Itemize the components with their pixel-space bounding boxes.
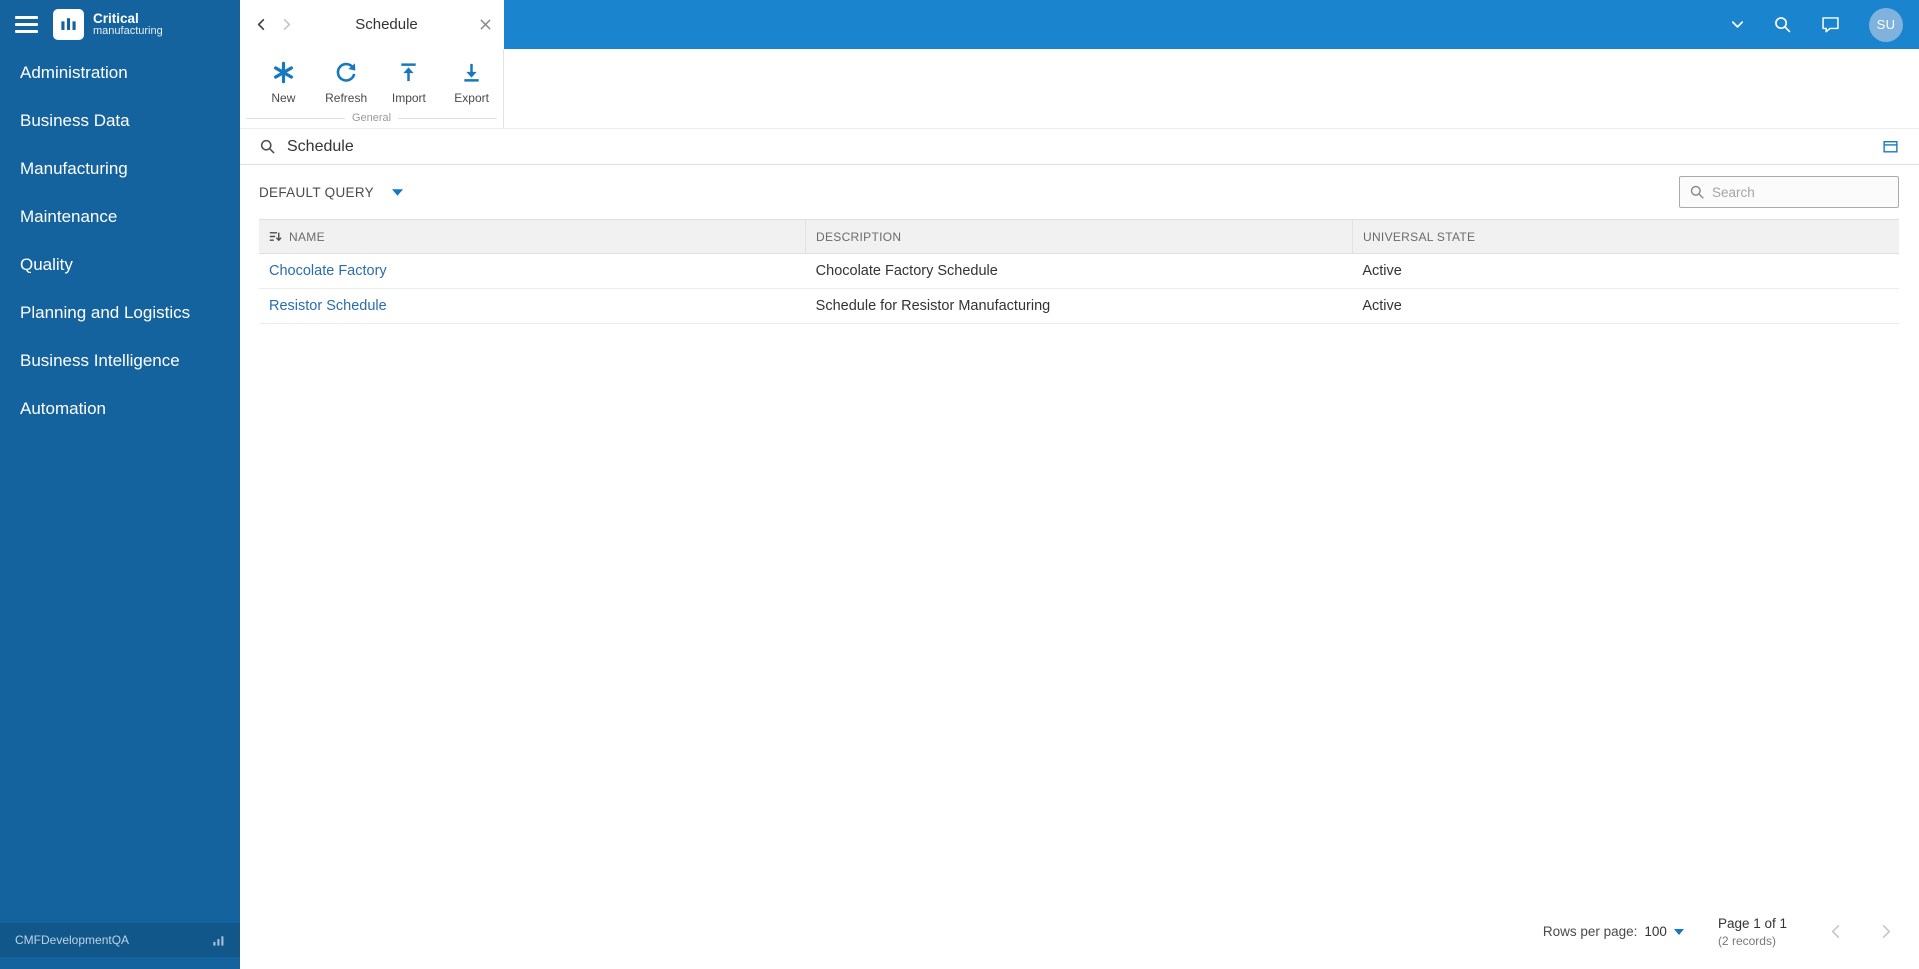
sidebar-item-business-data[interactable]: Business Data [0,97,240,145]
app-root: Critical manufacturing Administration Bu… [0,0,1919,969]
sidebar-item-label: Business Intelligence [20,351,180,370]
back-button[interactable] [254,17,269,32]
next-page-button[interactable] [1876,922,1895,941]
cell-universal-state: Active [1362,298,1402,314]
ribbon-group-label: General [240,112,503,128]
sidebar-item-maintenance[interactable]: Maintenance [0,193,240,241]
ribbon-button-label: Refresh [325,91,368,105]
query-row: DEFAULT QUERY [240,165,1919,219]
cell-description: Schedule for Resistor Manufacturing [815,298,1051,314]
ribbon-button-label: Import [391,91,426,105]
column-header-label: DESCRIPTION [816,229,902,244]
ribbon-button-label: New [271,91,296,105]
table-row[interactable]: Chocolate Factory Chocolate Factory Sche… [259,254,1899,289]
environment-bar: CMFDevelopmentQA [0,923,240,957]
import-button[interactable]: Import [378,54,441,112]
table-header-row: NAME DESCRIPTION UNIVERSAL STATE [259,219,1899,254]
previous-page-button[interactable] [1827,922,1846,941]
column-header-universal-state[interactable]: UNIVERSAL STATE [1352,220,1899,253]
sidebar-item-label: Maintenance [20,207,118,226]
export-button[interactable]: Export [440,54,503,112]
schedule-table: NAME DESCRIPTION UNIVERSAL STATE Chocola… [259,219,1899,324]
topbar-actions: SU [1730,0,1919,49]
sidebar-item-automation[interactable]: Automation [0,385,240,433]
hamburger-menu-icon[interactable] [15,16,38,33]
topbar: Schedule SU [240,0,1919,49]
sidebar-item-label: Business Data [20,111,130,130]
refresh-button[interactable]: Refresh [315,54,378,112]
new-button[interactable]: New [252,54,315,112]
column-header-name[interactable]: NAME [259,220,805,253]
sidebar-item-quality[interactable]: Quality [0,241,240,289]
page-info: Page 1 of 1 (2 records) [1718,915,1787,949]
critical-manufacturing-logo-icon [53,9,84,40]
sidebar-item-label: Automation [20,399,106,418]
environment-name: CMFDevelopmentQA [15,933,130,947]
entity-search-icon [259,138,276,155]
close-tab-icon[interactable] [479,18,492,31]
sidebar-item-administration[interactable]: Administration [0,49,240,97]
pagination-footer: Rows per page: 100 Page 1 of 1 (2 record… [240,915,1919,969]
logo-title: Critical [93,10,139,26]
page-info-label: Page 1 of 1 [1717,915,1787,931]
import-up-icon [397,59,420,86]
ribbon-button-label: Export [454,91,489,105]
ribbon-group-label-text: General [351,112,392,124]
logo-text: Critical manufacturing [93,10,163,38]
table-row[interactable]: Resistor Schedule Schedule for Resistor … [259,289,1899,324]
chevron-down-icon[interactable] [1730,17,1745,32]
rows-per-page-label: Rows per page: [1542,924,1638,940]
cell-description: Chocolate Factory Schedule [815,263,998,279]
search-input[interactable] [1712,184,1889,200]
chevron-down-icon [391,188,403,196]
cell-universal-state: Active [1362,263,1402,279]
ribbon-toolbar: New Refresh Import Export General [240,49,1919,129]
sidebar-nav: Administration Business Data Manufacturi… [0,49,240,433]
avatar[interactable]: SU [1869,7,1903,42]
forward-button[interactable] [279,17,294,32]
sidebar-item-label: Manufacturing [20,159,128,178]
table-search-box [1679,176,1899,208]
column-header-label: UNIVERSAL STATE [1363,229,1476,244]
ribbon-group-general: New Refresh Import Export General [240,49,504,128]
rows-per-page-selector[interactable]: Rows per page: 100 [1543,924,1684,939]
sidebar-item-label: Quality [20,255,73,274]
search-icon[interactable] [1773,15,1792,34]
pager [1821,922,1895,941]
app-logo[interactable]: Critical manufacturing [53,9,163,40]
query-label: DEFAULT QUERY [259,184,374,200]
main-area: Schedule SU New Refresh Import Export Ge… [240,0,1919,969]
records-count: (2 records) [1717,933,1776,948]
tab-title: Schedule [355,16,418,33]
connection-status-icon[interactable] [212,934,225,947]
messages-icon[interactable] [1820,14,1841,35]
search-icon [1689,184,1705,200]
sidebar-item-business-intelligence[interactable]: Business Intelligence [0,337,240,385]
rows-per-page-value: 100 [1644,924,1667,940]
refresh-icon [334,59,358,86]
column-header-description[interactable]: DESCRIPTION [805,220,1352,253]
asterisk-icon [271,59,296,86]
query-selector[interactable]: DEFAULT QUERY [259,185,403,200]
page-title: Schedule [287,137,354,155]
sidebar-item-label: Administration [20,63,128,82]
sidebar-header: Critical manufacturing [0,0,240,49]
cell-name-link[interactable]: Resistor Schedule [259,298,806,314]
page-title-row: Schedule [240,129,1919,165]
export-down-icon [460,59,483,86]
sidebar-item-label: Planning and Logistics [20,303,191,322]
popup-window-icon[interactable] [1882,138,1899,155]
sort-icon [269,230,282,243]
cell-name-link[interactable]: Chocolate Factory [259,263,806,279]
sidebar: Critical manufacturing Administration Bu… [0,0,240,969]
sidebar-item-planning-and-logistics[interactable]: Planning and Logistics [0,289,240,337]
column-header-label: NAME [289,229,325,244]
ribbon-buttons: New Refresh Import Export [240,49,503,112]
sidebar-item-manufacturing[interactable]: Manufacturing [0,145,240,193]
logo-subtitle: manufacturing [93,24,163,37]
chevron-down-icon [1673,928,1684,935]
tab-strip: Schedule [240,0,504,49]
